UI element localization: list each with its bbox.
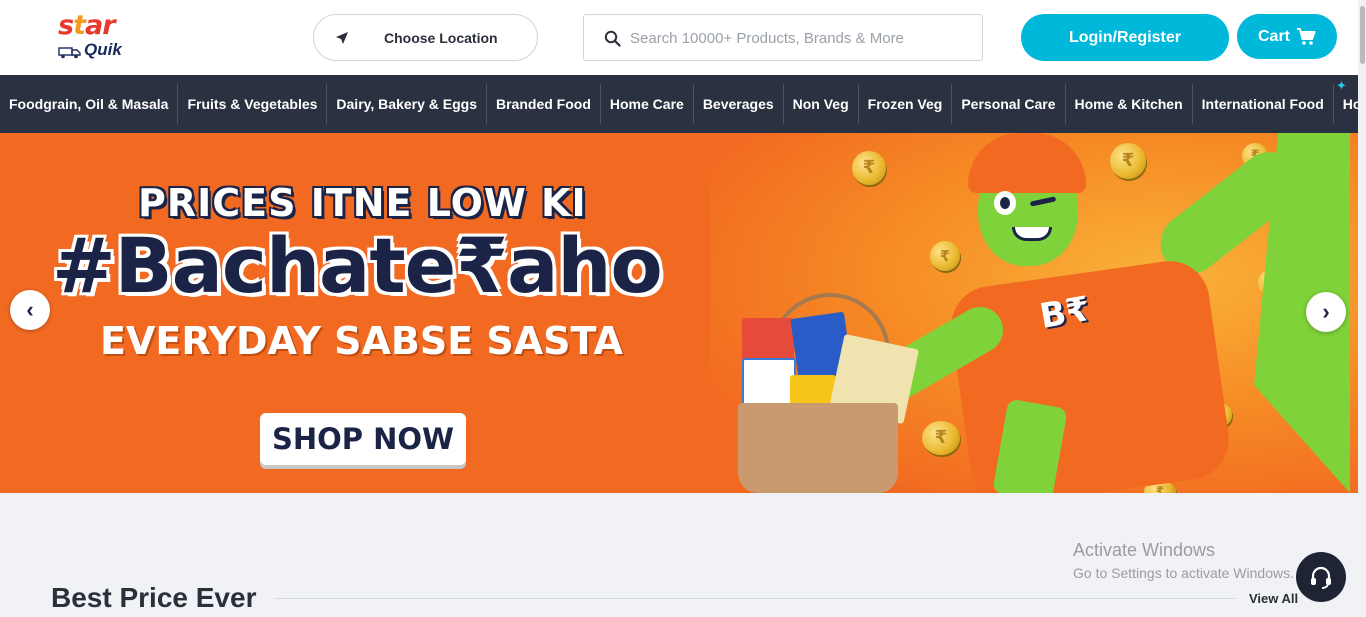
location-label: Choose Location — [384, 30, 498, 46]
banner-headline-main: #Bachate₹aho — [52, 221, 663, 310]
nav-item-branded-food[interactable]: Branded Food — [487, 84, 601, 124]
cart-button[interactable]: Cart — [1237, 14, 1337, 59]
nav-item-fruits-vegetables[interactable]: Fruits & Vegetables — [178, 84, 328, 124]
mascot-shirt-logo: B₹ — [1036, 288, 1093, 338]
header: star Quik Choose Location Login/Register — [0, 0, 1366, 75]
windows-watermark-title: Activate Windows — [1073, 540, 1216, 560]
section-title: Best Price Ever — [51, 582, 257, 613]
coin-icon — [1110, 143, 1146, 179]
shopping-cart-icon — [1297, 27, 1316, 45]
choose-location-button[interactable]: Choose Location — [313, 14, 538, 61]
carousel-prev-button[interactable]: ‹ — [10, 290, 50, 330]
search-input[interactable] — [630, 25, 970, 51]
nav-item-frozen-veg[interactable]: Frozen Veg — [859, 84, 953, 124]
cart-label: Cart — [1257, 27, 1290, 45]
page: star Quik Choose Location Login/Register — [0, 0, 1366, 617]
mascot-pupil — [1000, 197, 1010, 209]
coin-icon — [852, 151, 886, 185]
logo-wordmark-top: star — [58, 10, 116, 41]
coin-icon — [930, 241, 960, 271]
navigation-arrow-icon — [336, 32, 348, 44]
nav-item-personal-care[interactable]: Personal Care — [952, 84, 1066, 124]
headset-icon — [1311, 566, 1331, 589]
brand-logo[interactable]: star Quik — [56, 10, 132, 64]
search-icon — [604, 30, 621, 47]
coin-icon — [922, 421, 960, 455]
nav-item-non-veg[interactable]: Non Veg — [784, 84, 859, 124]
support-chat-button[interactable] — [1296, 552, 1346, 602]
nav-item-home-care[interactable]: Home Care — [601, 84, 694, 124]
section-divider — [275, 598, 1235, 599]
page-scrollbar[interactable] — [1358, 0, 1366, 617]
mascot-body — [945, 255, 1235, 493]
truck-icon — [58, 47, 81, 59]
category-nav: Foodgrain, Oil & Masala Fruits & Vegetab… — [0, 75, 1358, 133]
banner-headline-sub: EVERYDAY SABSE SASTA — [100, 319, 623, 363]
login-register-button[interactable]: Login/Register — [1021, 14, 1229, 61]
windows-watermark-subtitle: Go to Settings to activate Windows. — [1073, 565, 1294, 581]
grocery-bag — [738, 403, 898, 493]
banner-headline-top: PRICES ITNE LOW KI — [138, 181, 587, 225]
nav-item-home-kitchen[interactable]: Home & Kitchen — [1066, 84, 1193, 124]
carousel-next-button[interactable]: › — [1306, 292, 1346, 332]
hero-banner[interactable]: PRICES ITNE LOW KI #Bachate₹aho EVERYDAY… — [0, 133, 1358, 493]
shop-now-button[interactable]: SHOP NOW — [260, 413, 466, 465]
nav-item-beverages[interactable]: Beverages — [694, 84, 784, 124]
view-all-link[interactable]: View All — [1249, 591, 1298, 606]
nav-item-dairy-bakery[interactable]: Dairy, Bakery & Eggs — [327, 84, 487, 124]
nav-item-foodgrain[interactable]: Foodgrain, Oil & Masala — [0, 84, 179, 124]
logo-wordmark-bottom: Quik — [84, 40, 122, 59]
sparkle-icon: ✦ — [1336, 78, 1347, 93]
scrollbar-thumb[interactable] — [1360, 6, 1365, 64]
nav-item-international-food[interactable]: International Food — [1193, 84, 1334, 124]
search-bar — [583, 14, 983, 61]
